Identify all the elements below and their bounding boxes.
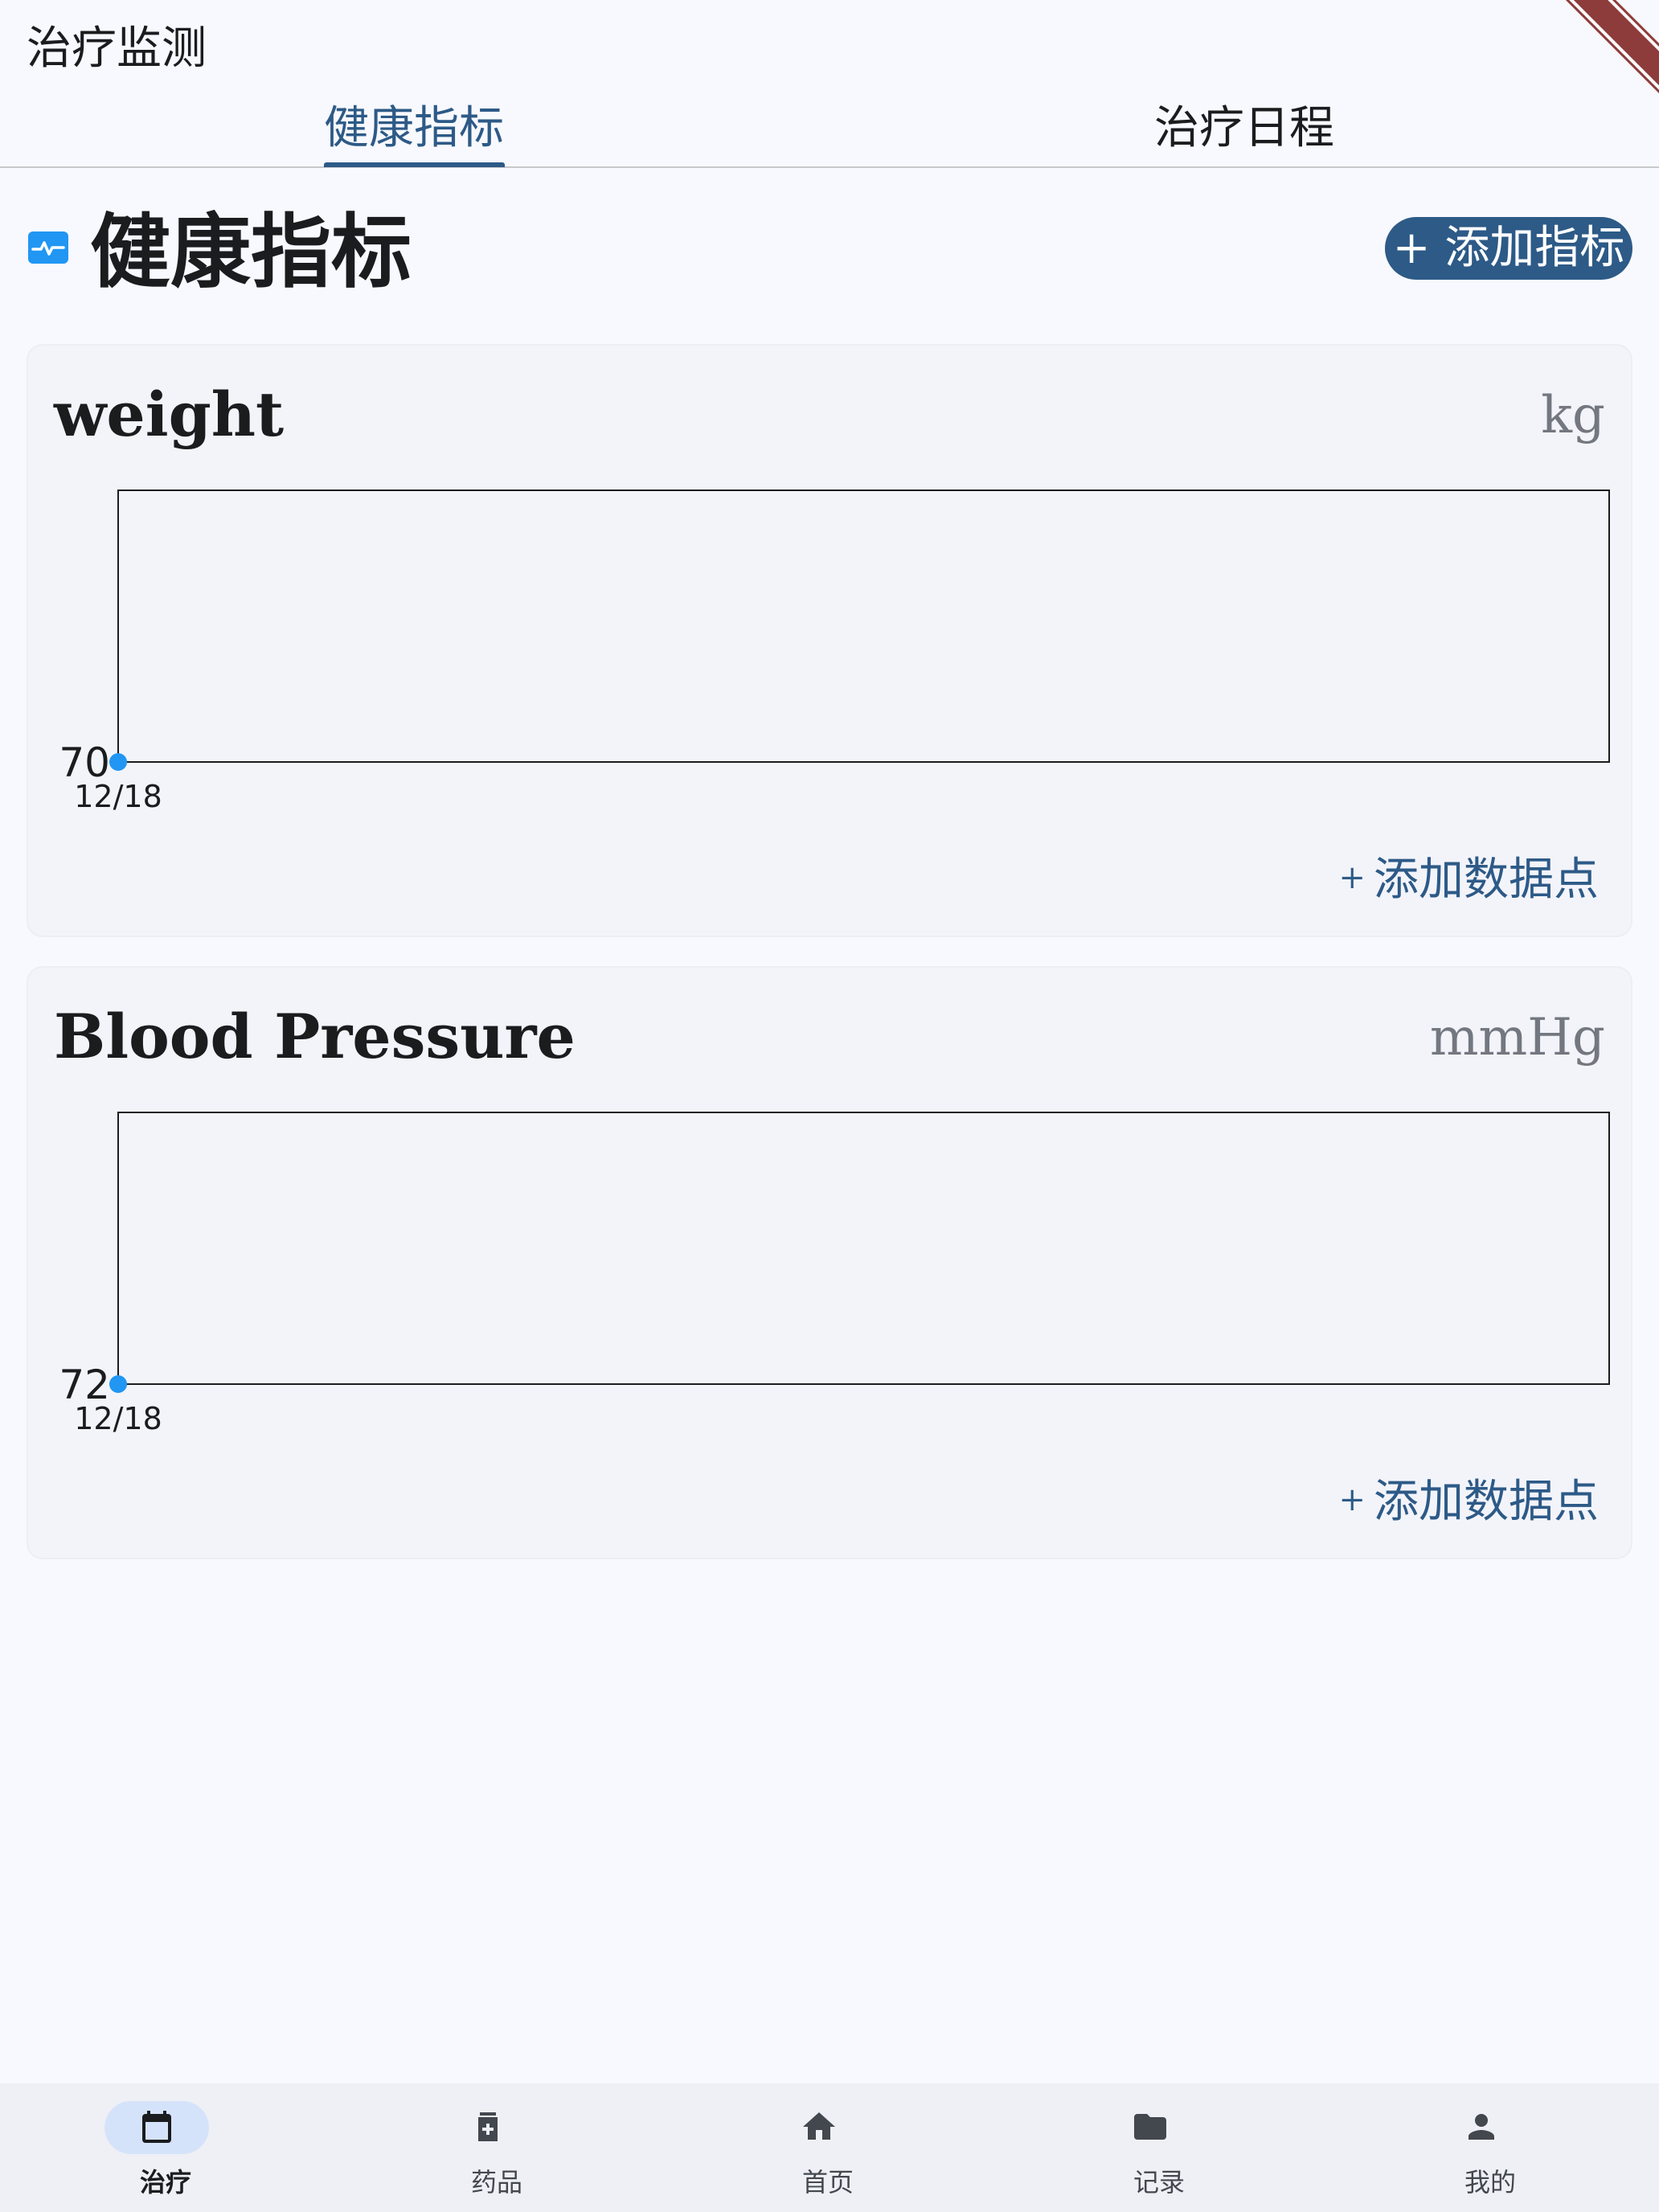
medication-icon [478,2112,498,2141]
nav-item-home[interactable]: 首页 [662,2083,993,2212]
tab-health-metrics[interactable]: 健康指标 [324,96,504,161]
add-data-point-label: 添加数据点 [1374,1476,1599,1528]
nav-label: 药品 [470,2167,522,2198]
section-title: 健康指标 [90,204,412,299]
tab-treatment-schedule[interactable]: 治疗日程 [1154,96,1334,161]
chart-plot-area [117,490,1610,763]
chart-plot-area [117,1112,1610,1385]
data-point [109,753,127,771]
metric-chart: 7212/18 [59,1112,1610,1436]
app-title: 治疗监测 [27,23,207,75]
folder-icon [1134,2114,1166,2140]
metric-card-weight: weight kg 70 12/18 + 添加数据点 [27,344,1632,937]
add-data-point-label: 添加数据点 [1374,854,1599,906]
home-icon [803,2112,835,2140]
monitor-heart-icon [28,231,68,264]
nav-item-treatment[interactable]: 治疗 [0,2083,331,2212]
bottom-navigation: 治疗 药品 首页 记录 我的 [0,2083,1659,2212]
x-tick-label: 12/18 [74,779,162,814]
plus-icon: + [1338,859,1366,896]
nav-label: 首页 [801,2167,854,2198]
plus-icon: + [1338,1481,1366,1518]
data-point [109,1375,127,1393]
metric-chart: 7012/18 [59,490,1610,814]
tab-bar: 健康指标 治疗日程 [0,88,1659,168]
nav-item-medication[interactable]: 药品 [331,2083,662,2212]
nav-item-profile[interactable]: 我的 [1325,2083,1656,2212]
add-metric-button[interactable]: + 添加指标 [1385,217,1632,280]
x-tick-label: 12/18 [74,1401,162,1436]
nav-label: 记录 [1133,2167,1185,2198]
calendar-icon [142,2111,171,2143]
nav-item-records[interactable]: 记录 [993,2083,1325,2212]
nav-label: 我的 [1464,2167,1516,2198]
nav-label: 治疗 [139,2167,191,2198]
add-data-point-button[interactable]: + 添加数据点 [1338,1468,1599,1534]
person-icon [1469,2114,1494,2140]
metric-card-blood-pressure: Blood Pressure mmHg 72 12/18 + 添加数据点 [27,966,1632,1559]
add-data-point-button[interactable]: + 添加数据点 [1338,846,1599,912]
active-tab-indicator [324,162,505,167]
